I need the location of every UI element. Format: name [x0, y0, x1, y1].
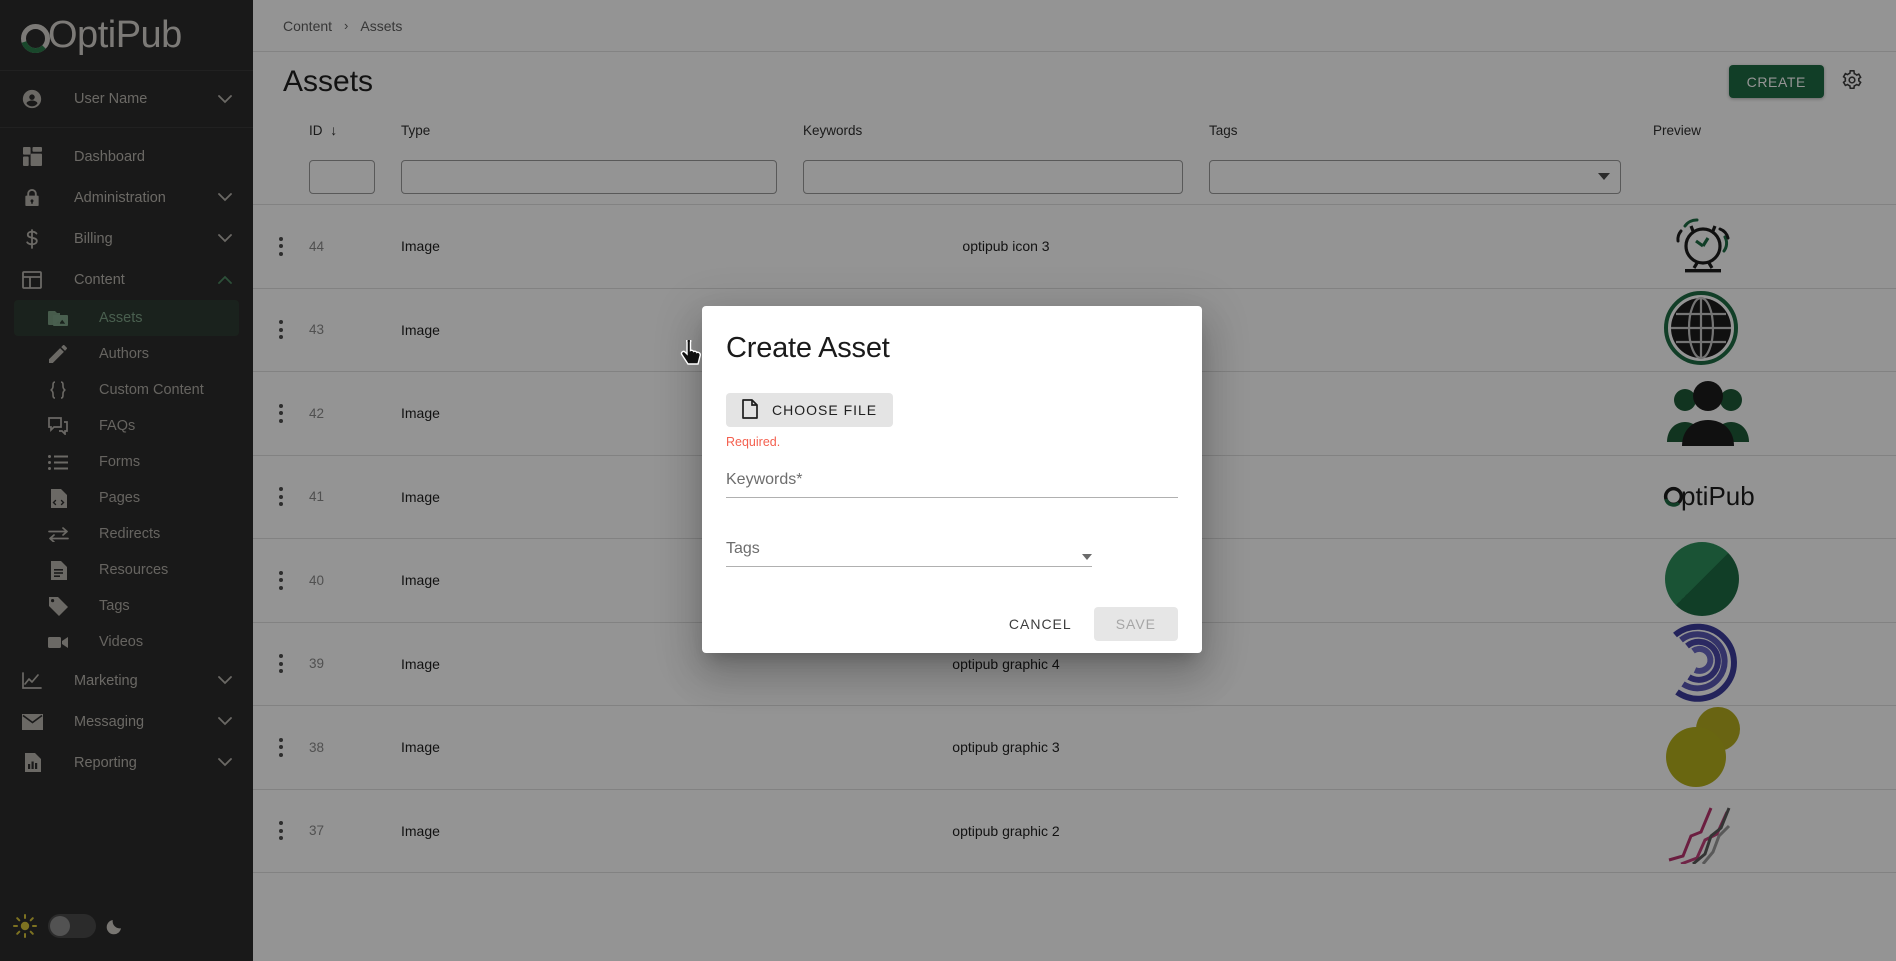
file-icon	[742, 398, 758, 422]
chevron-down-icon	[1082, 554, 1092, 560]
tags-label: Tags	[726, 540, 760, 557]
choose-file-button[interactable]: CHOOSE FILE	[726, 393, 894, 427]
dialog-title: Create Asset	[726, 332, 890, 364]
cancel-button[interactable]: CANCEL	[995, 607, 1086, 641]
app-root: OptiPub User Name Dashboard Administrati…	[0, 0, 1896, 961]
save-button[interactable]: SAVE	[1093, 607, 1178, 641]
file-required-error: Required.	[726, 435, 781, 449]
dialog-actions: CANCEL SAVE	[726, 607, 1178, 641]
tags-field: Tags	[726, 540, 1092, 567]
create-asset-dialog: Create Asset CHOOSE FILE Required. Keywo…	[702, 306, 1202, 653]
choose-file-label: CHOOSE FILE	[772, 402, 878, 418]
keywords-field: Keywords*	[726, 471, 1178, 498]
keywords-label: Keywords*	[726, 471, 803, 488]
tags-underline[interactable]	[726, 566, 1092, 567]
keywords-underline[interactable]	[726, 497, 1178, 498]
